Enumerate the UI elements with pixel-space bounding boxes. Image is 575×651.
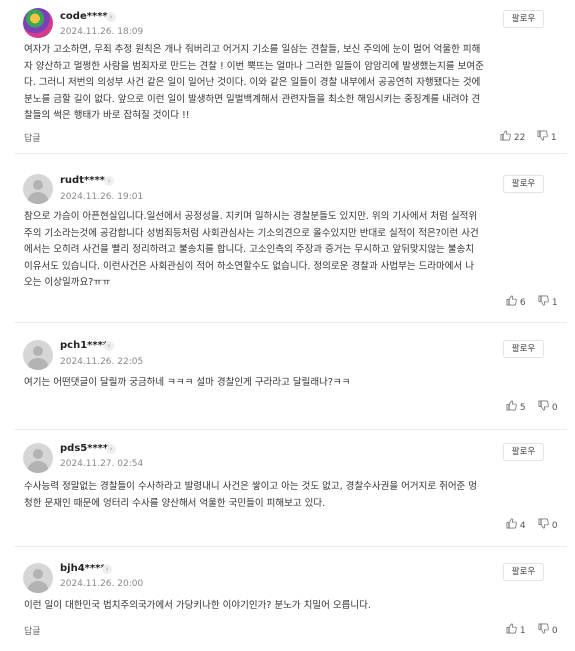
dislike-button[interactable]: 0 <box>538 623 558 636</box>
comment-list: code**** › 2024.11.26. 18:09 팔로우 여자가 고소하… <box>0 0 575 651</box>
avatar[interactable] <box>23 174 53 204</box>
nickname[interactable]: bjh4**** <box>60 563 106 574</box>
like-button[interactable]: 6 <box>506 295 526 308</box>
chevron-right-icon[interactable]: › <box>106 444 116 454</box>
comment-date: 2024.11.27. 02:54 <box>60 459 144 469</box>
avatar[interactable] <box>23 8 53 38</box>
thumbs-up-icon <box>506 518 517 529</box>
divider <box>14 322 567 323</box>
divider <box>14 429 567 430</box>
comment-item: pds5**** › 2024.11.27. 02:54 팔로우 수사능력 정말… <box>0 437 575 547</box>
comment-text: 여기는 어떤댓글이 달릴까 궁금하네 ㅋㅋㅋ 설마 경찰인게 구라라고 달릴래나… <box>24 377 351 388</box>
divider <box>14 153 567 154</box>
reply-button[interactable]: 답글 <box>24 131 41 144</box>
comment-date: 2024.11.26. 20:00 <box>60 579 144 589</box>
comment-date: 2024.11.26. 19:01 <box>60 192 144 202</box>
like-button[interactable]: 1 <box>506 623 526 636</box>
thumbs-up-icon <box>506 623 517 634</box>
dislike-button[interactable]: 0 <box>538 400 558 413</box>
avatar[interactable] <box>23 563 53 593</box>
like-count: 4 <box>519 521 526 531</box>
comment-text: 수사능력 정말없는 경찰들이 수사하라고 발령내니 사건은 쌓이고 아는 것도 … <box>24 481 478 509</box>
dislike-count: 1 <box>551 298 558 308</box>
comment-item: pch1**** › 2024.11.26. 22:05 팔로우 여기는 어떤댓… <box>0 330 575 425</box>
comment-text: 여자가 고소하면, 무죄 추정 원칙은 개나 줘버리고 어거지 기소를 일삼는 … <box>24 44 484 121</box>
nickname[interactable]: rudt**** <box>60 175 105 186</box>
thumbs-up-icon <box>506 295 517 306</box>
thumbs-down-icon <box>538 400 549 411</box>
follow-button[interactable]: 팔로우 <box>503 340 544 358</box>
thumbs-down-icon <box>538 623 549 634</box>
like-count: 6 <box>519 298 526 308</box>
dislike-button[interactable]: 1 <box>538 295 558 308</box>
thumbs-up-icon <box>500 130 511 141</box>
thumbs-down-icon <box>538 295 549 306</box>
nickname[interactable]: pds5**** <box>60 443 108 454</box>
follow-button[interactable]: 팔로우 <box>503 443 544 461</box>
like-button[interactable]: 4 <box>506 518 526 531</box>
follow-button[interactable]: 팔로우 <box>503 10 544 28</box>
thumbs-down-icon <box>538 518 549 529</box>
like-count: 1 <box>519 626 526 636</box>
reply-button[interactable]: 답글 <box>24 624 41 637</box>
thumbs-down-icon <box>537 130 548 141</box>
like-count: 5 <box>519 403 526 413</box>
comment-text: 이런 일이 대한민국 법치주의국가에서 가당키나한 이야기인가? 분노가 치밀어… <box>24 600 371 611</box>
dislike-button[interactable]: 0 <box>538 518 558 531</box>
like-button[interactable]: 5 <box>506 400 526 413</box>
follow-button[interactable]: 팔로우 <box>503 175 544 193</box>
nickname[interactable]: code**** <box>60 11 108 22</box>
dislike-count: 1 <box>550 133 557 143</box>
dislike-count: 0 <box>551 403 558 413</box>
dislike-button[interactable]: 1 <box>537 130 557 143</box>
chevron-right-icon[interactable]: › <box>104 341 114 351</box>
nickname[interactable]: pch1**** <box>60 340 108 351</box>
follow-button[interactable]: 팔로우 <box>503 563 544 581</box>
like-button[interactable]: 22 <box>500 130 525 143</box>
comment-text: 참으로 가슴이 아픈현실입니다.일선에서 공정성을. 지키며 일하시는 경찰분들… <box>24 211 479 288</box>
dislike-count: 0 <box>551 521 558 531</box>
dislike-count: 0 <box>551 626 558 636</box>
thumbs-up-icon <box>506 400 517 411</box>
chevron-right-icon[interactable]: › <box>104 176 114 186</box>
comment-item: code**** › 2024.11.26. 18:09 팔로우 여자가 고소하… <box>0 0 575 152</box>
comment-date: 2024.11.26. 18:09 <box>60 27 144 37</box>
like-count: 22 <box>513 133 526 143</box>
comment-date: 2024.11.26. 22:05 <box>60 357 144 367</box>
chevron-right-icon[interactable]: › <box>106 12 116 22</box>
divider <box>14 546 567 547</box>
comment-item: rudt**** › 2024.11.26. 19:01 팔로우 참으로 가슴이… <box>0 161 575 322</box>
chevron-right-icon[interactable]: › <box>102 564 112 574</box>
avatar[interactable] <box>23 443 53 473</box>
avatar[interactable] <box>23 340 53 370</box>
comment-item: bjh4**** › 2024.11.26. 20:00 팔로우 이런 일이 대… <box>0 554 575 651</box>
